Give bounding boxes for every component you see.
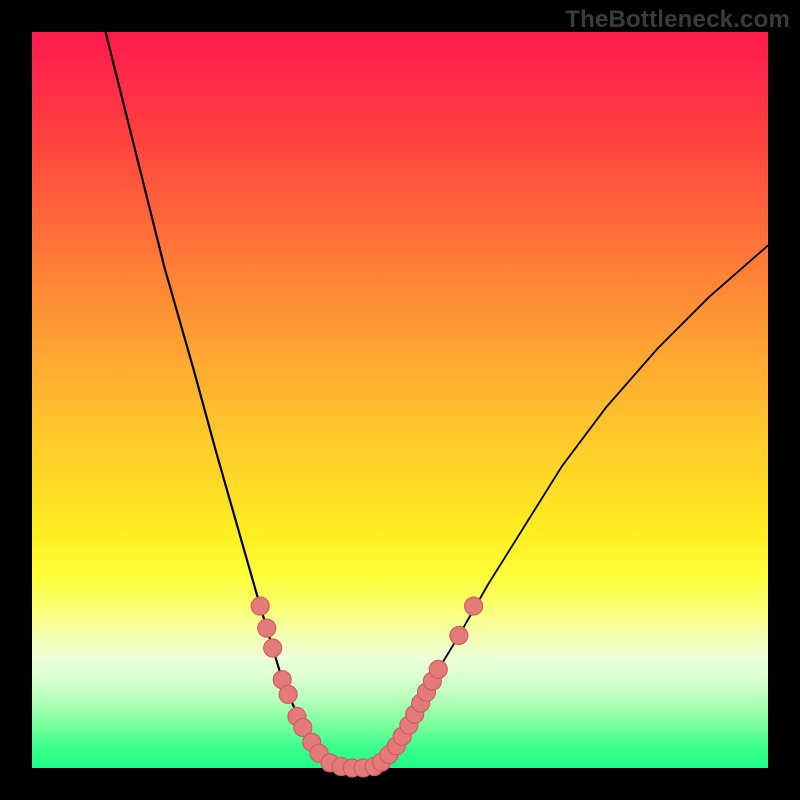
curve-layer — [32, 32, 768, 768]
chart-frame: TheBottleneck.com — [0, 0, 800, 800]
data-marker — [258, 619, 276, 637]
data-marker — [264, 639, 282, 657]
markers-group — [251, 597, 482, 777]
plot-area — [32, 32, 768, 768]
data-marker — [450, 627, 468, 645]
data-marker — [429, 660, 447, 678]
watermark-text: TheBottleneck.com — [565, 6, 790, 34]
data-marker — [279, 685, 297, 703]
curve-left-branch — [106, 32, 342, 768]
data-marker — [251, 597, 269, 615]
data-marker — [465, 597, 483, 615]
